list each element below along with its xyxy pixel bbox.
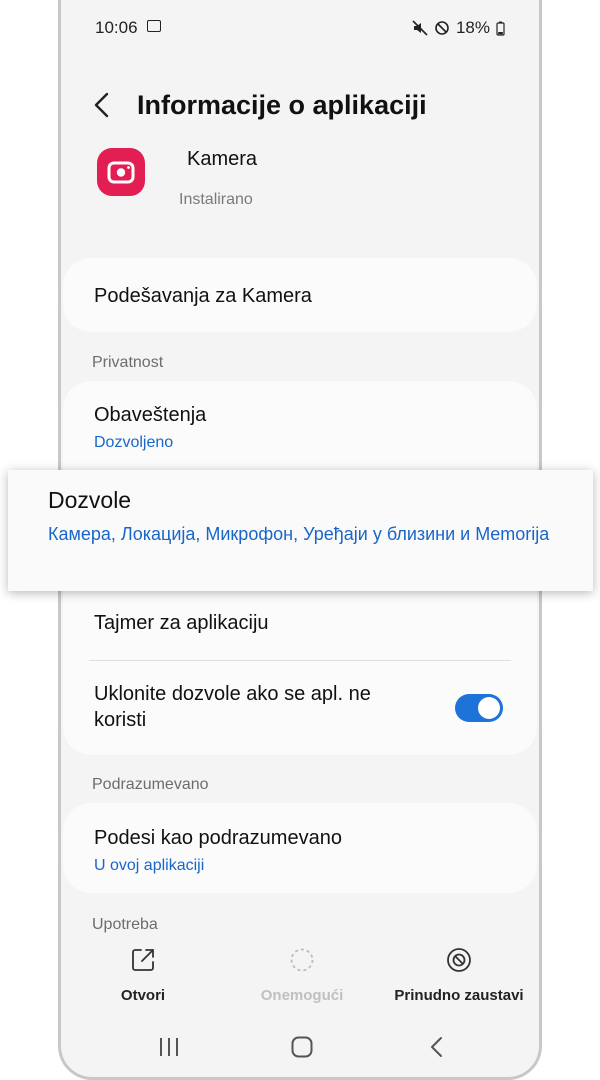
status-bar: 10:06 18% [95,14,505,40]
notifications-subtitle: Dozvoljeno [94,434,174,451]
disable-icon [290,948,314,972]
battery-icon [496,21,505,36]
remove-permissions-toggle[interactable] [455,694,503,722]
notifications-title: Obaveštenja [94,404,207,426]
status-icons: 18% [412,18,505,38]
permissions-row[interactable]: Dozvole Камера, Локација, Микрофон, Уређ… [8,470,593,591]
permissions-subtitle: Камера, Локација, Микрофон, Уређаји у бл… [48,524,550,544]
app-settings-card[interactable]: Podešavanja za Kamera [63,258,537,332]
bottom-action-bar: Otvori Onemogući Prinudno zaustavi [61,940,539,1020]
open-label: Otvori [120,987,166,1004]
app-settings-label: Podešavanja za Kamera [94,285,312,307]
force-stop-label: Prinudno zaustavi [394,987,524,1004]
camera-app-icon [97,148,145,196]
set-default-card[interactable]: Podesi kao podrazumevano U ovoj aplikaci… [63,803,537,893]
gallery-notification-icon [147,20,161,32]
set-default-title: Podesi kao podrazumevano [94,827,342,849]
remove-permissions-title-line1: Uklonite dozvole ako se apl. ne [94,683,371,705]
battery-percent: 18% [455,18,490,37]
app-install-status: Instalirano [179,191,253,208]
app-timer-title: Tajmer za aplikaciju [94,612,269,634]
section-usage: Upotreba [92,916,158,933]
remove-permissions-title-line2: koristi [94,709,147,731]
set-default-subtitle: U ovoj aplikaciji [94,857,205,874]
divider [89,660,511,661]
section-defaults: Podrazumevano [92,776,209,793]
section-privacy: Privatnost [92,354,164,371]
open-button[interactable]: Otvori [63,945,223,1004]
back-icon[interactable] [91,92,113,118]
open-external-icon [132,949,154,971]
mute-icon [412,20,428,36]
force-stop-button[interactable]: Prinudno zaustavi [379,945,539,1004]
status-time: 10:06 [95,18,138,37]
disable-button[interactable]: Onemogući [222,945,382,1004]
app-name: Kamera [187,148,258,170]
system-nav-bar [61,1030,539,1070]
nav-back-icon[interactable] [429,1036,445,1058]
do-not-disturb-icon [435,21,449,35]
disable-label: Onemogući [260,987,344,1004]
recent-apps-icon[interactable] [157,1036,181,1058]
home-icon[interactable] [290,1035,314,1059]
force-stop-icon [447,948,471,972]
page-title: Informacije o aplikaciji [137,90,427,120]
permissions-title: Dozvole [48,487,132,513]
